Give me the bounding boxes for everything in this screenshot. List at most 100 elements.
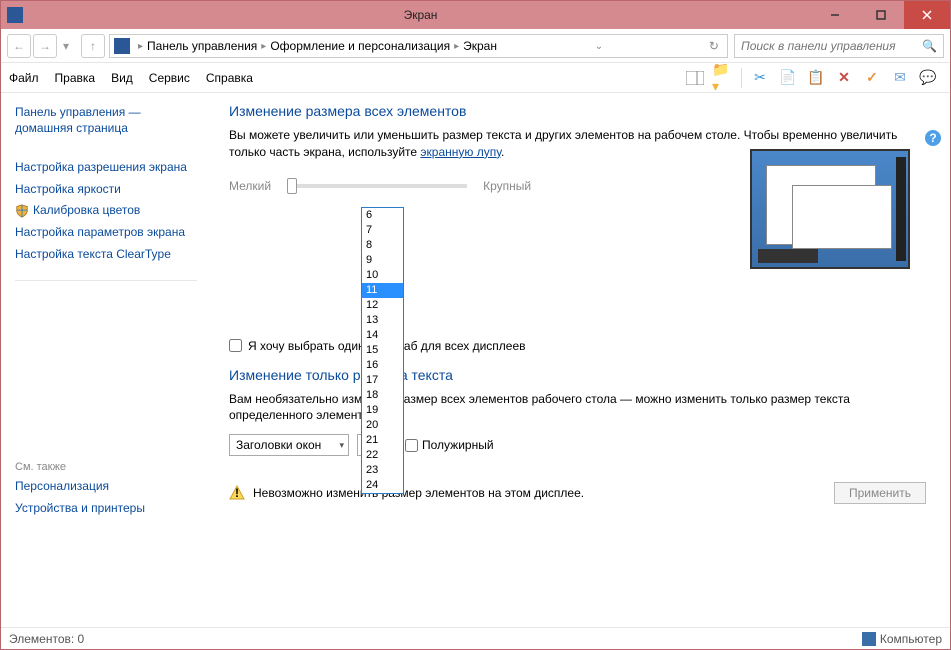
refresh-icon[interactable]: ↻ <box>705 39 723 53</box>
breadcrumb-item[interactable]: Экран <box>463 39 497 53</box>
size-option[interactable]: 13 <box>362 313 403 328</box>
sidebar-cleartype[interactable]: Настройка текста ClearType <box>15 247 197 263</box>
slider-small-label: Мелкий <box>229 179 271 193</box>
sidebar-item-label: Калибровка цветов <box>33 203 140 219</box>
size-option[interactable]: 6 <box>362 208 403 223</box>
size-option[interactable]: 23 <box>362 463 403 478</box>
size-option[interactable]: 14 <box>362 328 403 343</box>
slider-large-label: Крупный <box>483 179 531 193</box>
sidebar-resolution[interactable]: Настройка разрешения экрана <box>15 160 197 176</box>
back-button[interactable]: ← <box>7 34 31 58</box>
window-root: Экран ← → ▾ ↑ ▸ Панель управления ▸ Офор… <box>0 0 951 650</box>
copy-icon[interactable]: 📄 <box>777 67 799 89</box>
system-icon <box>7 7 23 23</box>
cut-icon[interactable]: ✂ <box>749 67 771 89</box>
size-option[interactable]: 19 <box>362 403 403 418</box>
sidebar-params[interactable]: Настройка параметров экрана <box>15 225 197 241</box>
warning-text: Невозможно изменить размер элементов на … <box>253 486 584 500</box>
menu-edit[interactable]: Правка <box>55 71 96 85</box>
size-option[interactable]: 8 <box>362 238 403 253</box>
heading-change-all: Изменение размера всех элементов <box>229 103 926 119</box>
size-option[interactable]: 15 <box>362 343 403 358</box>
sidebar-devices[interactable]: Устройства и принтеры <box>15 501 197 517</box>
chevron-right-icon: ▸ <box>138 41 143 52</box>
bold-label: Полужирный <box>422 438 494 452</box>
pane-icon[interactable] <box>684 67 706 89</box>
apply-button[interactable]: Применить <box>834 482 926 504</box>
chevron-right-icon: ▸ <box>454 41 459 52</box>
delete-icon[interactable]: ✕ <box>833 67 855 89</box>
menu-file[interactable]: Файл <box>9 71 39 85</box>
single-scale-checkbox[interactable] <box>229 339 242 352</box>
breadcrumb-item[interactable]: Панель управления <box>147 39 257 53</box>
size-option[interactable]: 18 <box>362 388 403 403</box>
size-dropdown-list[interactable]: 6789101112131415161718192021222324 <box>361 207 404 494</box>
forward-button[interactable]: → <box>33 34 57 58</box>
heading-text-only: Изменение только размера текста <box>229 367 926 383</box>
bold-checkbox-row[interactable]: Полужирный <box>405 438 494 452</box>
size-option[interactable]: 11 <box>362 283 403 298</box>
dropdown-history-button[interactable]: ▾ <box>59 34 73 58</box>
breadcrumb-root-icon <box>114 38 130 54</box>
size-option[interactable]: 22 <box>362 448 403 463</box>
navbar: ← → ▾ ↑ ▸ Панель управления ▸ Оформление… <box>1 29 950 63</box>
breadcrumb-item[interactable]: Оформление и персонализация <box>270 39 450 53</box>
size-option[interactable]: 16 <box>362 358 403 373</box>
item-select-value: Заголовки окон <box>236 438 321 452</box>
size-option[interactable]: 17 <box>362 373 403 388</box>
size-option[interactable]: 9 <box>362 253 403 268</box>
sidebar-calibrate[interactable]: Калибровка цветов <box>15 203 197 219</box>
item-select[interactable]: Заголовки окон ▾ <box>229 434 349 456</box>
searchbox: 🔍 <box>734 34 944 58</box>
size-option[interactable]: 10 <box>362 268 403 283</box>
svg-text:!: ! <box>235 486 239 500</box>
search-icon[interactable]: 🔍 <box>922 39 937 53</box>
sidebar-home[interactable]: Панель управления — домашняя страница <box>15 105 197 136</box>
minimize-button[interactable] <box>812 1 858 29</box>
sidebar: Панель управления — домашняя страница На… <box>1 93 211 627</box>
size-option[interactable]: 20 <box>362 418 403 433</box>
sidebar-brightness[interactable]: Настройка яркости <box>15 182 197 198</box>
window-title: Экран <box>29 8 812 22</box>
chevron-down-icon[interactable]: ⌄ <box>595 41 603 52</box>
chevron-down-icon: ▾ <box>339 440 344 451</box>
warning-icon: ! <box>229 485 245 501</box>
slider-thumb[interactable] <box>287 178 297 194</box>
titlebar: Экран <box>1 1 950 29</box>
search-input[interactable] <box>741 39 922 53</box>
size-option[interactable]: 24 <box>362 478 403 493</box>
paragraph-text-only: Вам необязательно изменять размер всех э… <box>229 391 926 425</box>
shield-icon <box>15 204 29 218</box>
size-option[interactable]: 21 <box>362 433 403 448</box>
check-icon[interactable]: ✓ <box>861 67 883 89</box>
size-option[interactable]: 7 <box>362 223 403 238</box>
paste-icon[interactable]: 📋 <box>805 67 827 89</box>
chevron-right-icon: ▸ <box>261 41 266 52</box>
menubar: Файл Правка Вид Сервис Справка 📁▾ ✂ 📄 📋 … <box>1 63 950 93</box>
svg-text:?: ? <box>929 131 936 145</box>
menu-view[interactable]: Вид <box>111 71 133 85</box>
computer-icon <box>862 632 876 646</box>
main-content: ? Изменение размера всех элементов Вы мо… <box>211 93 950 627</box>
link-magnifier[interactable]: экранную лупу <box>420 145 501 159</box>
sidebar-seealso-label: См. также <box>15 461 197 473</box>
sidebar-personalization[interactable]: Персонализация <box>15 479 197 495</box>
chat-icon[interactable]: 💬 <box>917 67 939 89</box>
close-button[interactable] <box>904 1 950 29</box>
maximize-button[interactable] <box>858 1 904 29</box>
size-slider[interactable] <box>287 184 467 188</box>
status-items: Элементов: 0 <box>9 632 84 646</box>
display-preview <box>750 149 910 269</box>
up-button[interactable]: ↑ <box>81 34 105 58</box>
mail-icon[interactable]: ✉ <box>889 67 911 89</box>
breadcrumb[interactable]: ▸ Панель управления ▸ Оформление и персо… <box>109 34 728 58</box>
statusbar: Элементов: 0 Компьютер <box>1 627 950 649</box>
menu-service[interactable]: Сервис <box>149 71 190 85</box>
help-icon[interactable]: ? <box>924 129 942 152</box>
status-computer: Компьютер <box>880 632 942 646</box>
size-option[interactable]: 12 <box>362 298 403 313</box>
bold-checkbox[interactable] <box>405 439 418 452</box>
menu-help[interactable]: Справка <box>206 71 253 85</box>
single-scale-checkbox-row[interactable]: Я хочу выбрать один масштаб для всех дис… <box>229 339 926 353</box>
folder-icon[interactable]: 📁▾ <box>712 67 734 89</box>
